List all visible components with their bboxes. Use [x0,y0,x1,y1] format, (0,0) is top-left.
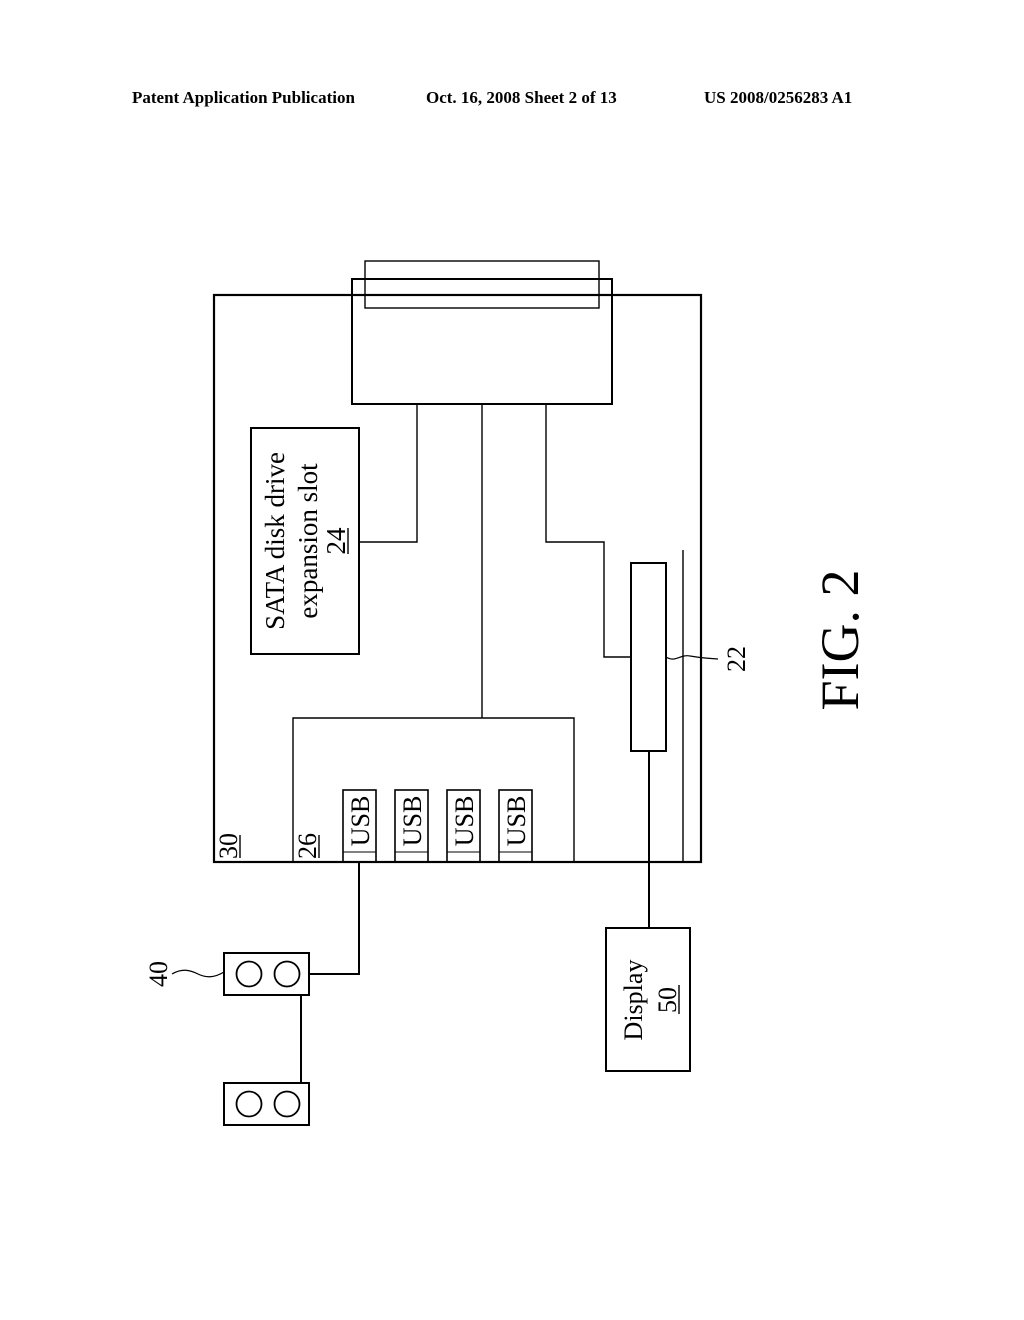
board-ref: 30 [214,833,243,859]
display-ref: 50 [653,987,682,1013]
wire-module-to-chip [545,404,631,658]
figure-caption: FIG. 2 [810,569,870,710]
sata-label-line1: SATA disk drive [260,452,290,630]
leader-22 [665,655,719,660]
top-connector-outer [364,260,600,309]
sata-slot-label: SATA disk drive [260,452,290,630]
usb-port-label: USB [398,796,427,847]
wire-usb-to-peripheral [309,862,360,975]
usb-port-label: USB [450,796,479,847]
sata-label-line2: expansion slot [293,463,323,619]
leader-40 [171,969,225,978]
sata-ref: 24 [321,527,351,555]
top-module [351,278,613,405]
display-label: Display [619,960,648,1041]
usb-hub-ref: 26 [293,833,322,859]
peripheral-ref: 40 [144,961,173,987]
wire-module-to-sata [359,404,418,543]
usb-port-label: USB [502,796,531,847]
chip-22 [630,562,667,752]
usb-port-label: USB [346,796,375,847]
chip-ref: 22 [722,646,751,672]
figure-diagram: SATA disk drive expansion slot 24 30 26 … [144,260,870,1126]
